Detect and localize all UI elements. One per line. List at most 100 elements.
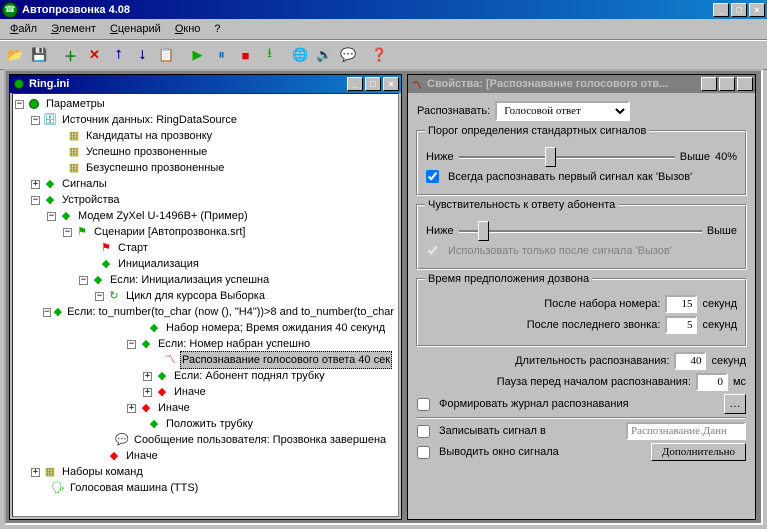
expander-icon[interactable]: − — [31, 116, 40, 125]
menu-help[interactable]: ? — [208, 21, 226, 37]
node-cycle[interactable]: −↻Цикл для курсора Выборка — [15, 288, 396, 304]
expander-icon[interactable]: − — [63, 228, 72, 237]
expander-icon[interactable]: − — [127, 340, 136, 349]
node-devices[interactable]: −◆Устройства — [15, 192, 396, 208]
expander-icon[interactable]: − — [31, 196, 40, 205]
tool-move-down[interactable]: ⭣ — [131, 44, 154, 66]
table-icon: ▦ — [67, 145, 81, 159]
form-log-label: Формировать журнал распознавания — [439, 398, 719, 410]
node-init[interactable]: ◆Инициализация — [15, 256, 396, 272]
expander-icon[interactable]: − — [43, 308, 50, 317]
expander-icon[interactable]: + — [143, 372, 152, 381]
recognize-select[interactable]: Голосовой ответ — [495, 101, 630, 121]
menu-window[interactable]: Окно — [169, 21, 207, 37]
node-usermsg[interactable]: 💬Сообщение пользователя: Прозвонка завер… — [15, 432, 396, 448]
node-else2[interactable]: +◆Иначе — [15, 400, 396, 416]
rec-length-input[interactable] — [674, 352, 706, 370]
tool-add[interactable]: ＋ — [59, 44, 82, 66]
menu-element[interactable]: Элемент — [45, 21, 102, 37]
node-start[interactable]: ⚑Старт — [15, 240, 396, 256]
tool-open[interactable]: 📂 — [4, 44, 27, 66]
maximize-button[interactable]: □ — [731, 3, 747, 17]
group-sensitivity: Чувствительность к ответу абонента Ниже … — [417, 205, 746, 269]
tool-audio[interactable]: 🔊 — [313, 44, 336, 66]
more-button[interactable]: Дополнительно — [651, 443, 746, 461]
expander-icon[interactable]: − — [47, 212, 56, 221]
menu-file-label: айл — [18, 23, 37, 35]
pause-input[interactable] — [696, 373, 728, 391]
tool-copy[interactable]: 📋 — [155, 44, 178, 66]
minimize-button[interactable]: _ — [713, 3, 729, 17]
node-hangup[interactable]: ◆Положить трубку — [15, 416, 396, 432]
ring-minimize-button[interactable]: _ — [347, 77, 363, 91]
show-signal-window-checkbox[interactable] — [417, 446, 430, 459]
ring-ini-titlebar[interactable]: Ring.ini _ □ × — [10, 75, 401, 93]
expander-icon[interactable]: − — [95, 292, 104, 301]
node-tts[interactable]: 🗣Голосовая машина (TTS) — [15, 480, 396, 496]
props-close-button[interactable]: × — [737, 77, 753, 91]
log-browse-button[interactable]: … — [724, 394, 746, 414]
ring-close-button[interactable]: × — [383, 77, 399, 91]
group-assume: Время предположения дозвона После набора… — [417, 279, 746, 346]
window-title: Автопрозвонка 4.08 — [22, 4, 713, 16]
ring-maximize-button[interactable]: □ — [365, 77, 381, 91]
tool-save[interactable]: 💾 — [28, 44, 51, 66]
tool-move-up[interactable]: ⭡ — [107, 44, 130, 66]
database-icon: 🗄 — [43, 113, 57, 127]
node-dialset[interactable]: ◆Набор номера; Время ожидания 40 секунд — [15, 320, 396, 336]
node-success[interactable]: ▦Успешно прозвоненные — [15, 144, 396, 160]
node-recognize[interactable]: 〽Распознавание голосового ответа 40 сек — [15, 352, 396, 368]
node-if-init[interactable]: −◆Если: Инициализация успешна — [15, 272, 396, 288]
ring-ini-title: Ring.ini — [29, 78, 347, 90]
action-icon: ◆ — [147, 321, 161, 335]
expander-icon[interactable]: − — [15, 100, 24, 109]
sensitivity-slider[interactable] — [459, 221, 702, 241]
tool-step[interactable]: ⭳ — [258, 44, 281, 66]
window-properties[interactable]: 〽 Свойства: [Распознавание голосового от… — [407, 74, 756, 520]
threshold-value: 40% — [715, 151, 737, 163]
condition-icon: ◆ — [54, 305, 62, 319]
node-else1[interactable]: +◆Иначе — [15, 384, 396, 400]
condition-icon: ◆ — [91, 273, 105, 287]
node-params[interactable]: −Параметры — [15, 96, 396, 112]
node-datasource[interactable]: −🗄Источник данных: RingDataSource — [15, 112, 396, 128]
expander-icon[interactable]: + — [143, 388, 152, 397]
write-signal-checkbox[interactable] — [417, 425, 430, 438]
tool-run[interactable]: ▶ — [186, 44, 209, 66]
tool-globe[interactable]: 🌐 — [289, 44, 312, 66]
form-log-checkbox[interactable] — [417, 398, 430, 411]
node-if-answer[interactable]: +◆Если: Абонент поднял трубку — [15, 368, 396, 384]
menu-file[interactable]: Файл — [4, 21, 43, 37]
tree-view[interactable]: −Параметры −🗄Источник данных: RingDataSo… — [12, 93, 399, 517]
menu-scenario-label: ценарий — [118, 23, 161, 35]
expander-icon[interactable]: − — [79, 276, 88, 285]
after-dial-input[interactable] — [665, 295, 697, 313]
expander-icon[interactable]: + — [31, 468, 40, 477]
close-button[interactable]: × — [749, 3, 765, 17]
tool-chat[interactable]: 💬 — [337, 44, 360, 66]
node-else3[interactable]: ◆Иначе — [15, 448, 396, 464]
props-maximize-button[interactable]: □ — [719, 77, 735, 91]
tool-pause[interactable]: ⏸ — [210, 44, 233, 66]
tool-delete[interactable]: ✕ — [83, 44, 106, 66]
node-modem[interactable]: −◆Модем ZyXel U-1496B+ (Пример) — [15, 208, 396, 224]
threshold-slider[interactable] — [459, 147, 675, 167]
node-scenarii[interactable]: −⚑Сценарии [Автопрозвонка.srt] — [15, 224, 396, 240]
toolbar: 📂 💾 ＋ ✕ ⭡ ⭣ 📋 ▶ ⏸ ■ ⭳ 🌐 🔊 💬 ❓ — [0, 40, 767, 70]
node-if-dialed[interactable]: −◆Если: Номер набран успешно — [15, 336, 396, 352]
node-fail[interactable]: ▦Безуспешно прозвоненные — [15, 160, 396, 176]
node-cmdsets[interactable]: +▦Наборы команд — [15, 464, 396, 480]
tool-about[interactable]: ❓ — [368, 44, 391, 66]
props-minimize-button[interactable]: _ — [701, 77, 717, 91]
always-first-ring-checkbox[interactable] — [426, 170, 439, 183]
window-ring-ini[interactable]: Ring.ini _ □ × −Параметры −🗄Источник дан… — [9, 74, 402, 520]
after-ring-input[interactable] — [665, 316, 697, 334]
expander-icon[interactable]: + — [31, 180, 40, 189]
node-signals[interactable]: +◆Сигналы — [15, 176, 396, 192]
menu-scenario[interactable]: Сценарий — [104, 21, 167, 37]
node-candidates[interactable]: ▦Кандидаты на прозвонку — [15, 128, 396, 144]
node-if-tonum[interactable]: −◆Если: to_number(to_char (now (), "H4")… — [15, 304, 396, 320]
tool-stop[interactable]: ■ — [234, 44, 257, 66]
expander-icon[interactable]: + — [127, 404, 136, 413]
properties-titlebar[interactable]: 〽 Свойства: [Распознавание голосового от… — [408, 75, 755, 93]
